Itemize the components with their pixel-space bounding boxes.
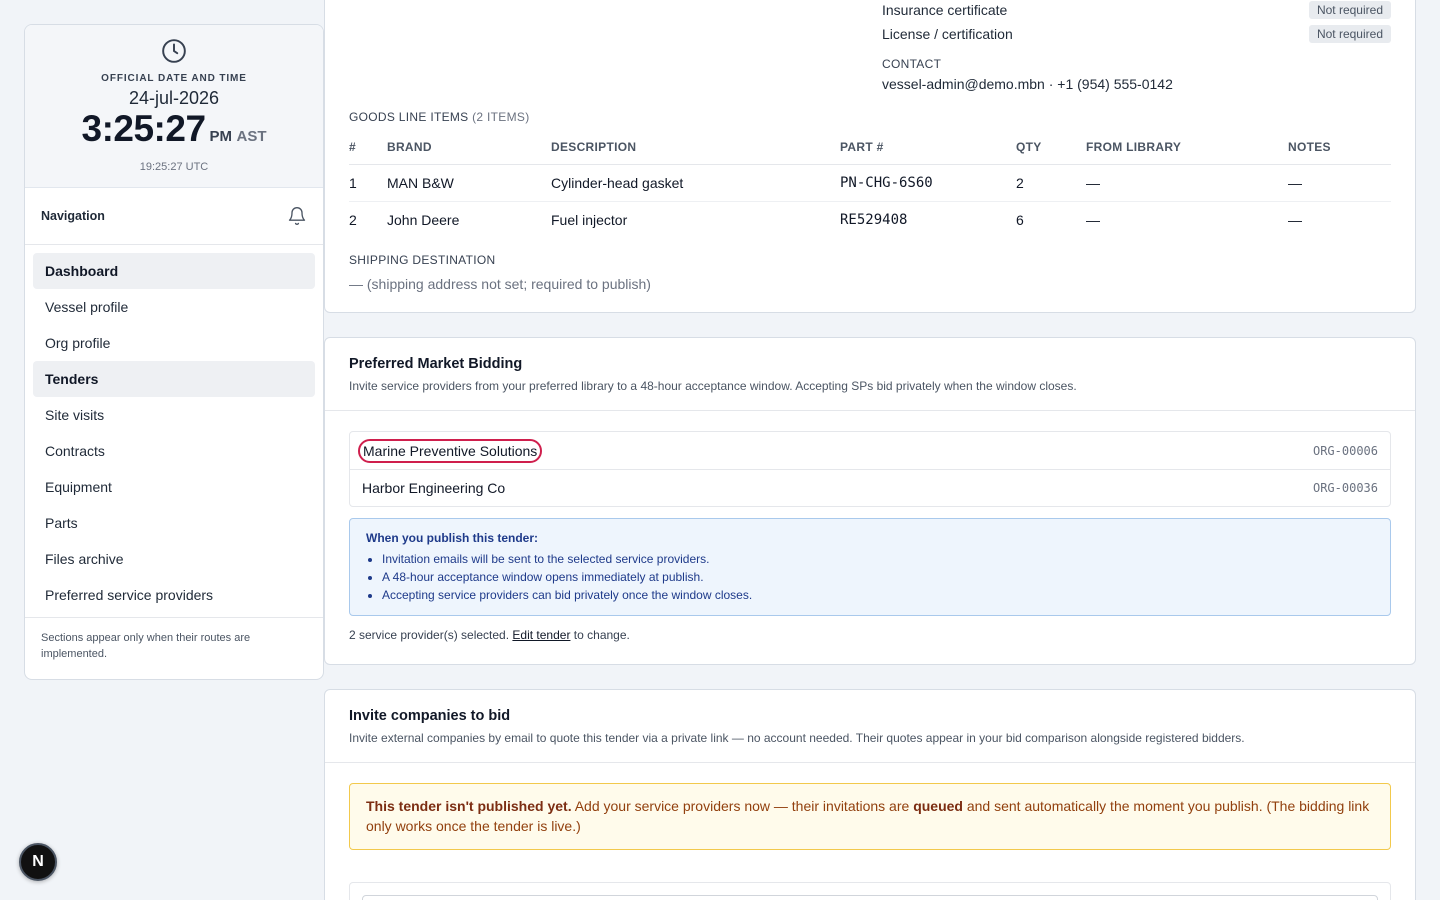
cell-brand: MAN B&W <box>387 164 551 202</box>
cell-qty: 6 <box>1016 211 1024 228</box>
company-name-input[interactable] <box>362 895 1378 900</box>
panel-title: Preferred Market Bidding <box>349 356 523 372</box>
provider-name[interactable]: Marine Preventive Solutions <box>357 438 543 463</box>
table-header-row: # BRAND DESCRIPTION PART # QTY FROM LIBR… <box>349 130 1391 165</box>
sidebar-item-equipment[interactable]: Equipment <box>33 469 315 505</box>
clock-timezone: AST <box>236 128 267 145</box>
provider-id: ORG-00006 <box>1312 443 1378 458</box>
sidebar: OFFICIAL DATE AND TIME 24-jul-2026 3:25:… <box>24 24 324 680</box>
cell-part: RE529408 <box>840 211 908 228</box>
cell-library: — <box>1086 211 1100 228</box>
clock-time: 3:25:27 PM AST <box>25 109 323 157</box>
clock-time-value: 3:25:27 <box>81 108 207 149</box>
sidebar-item-preferred-service-providers[interactable]: Preferred service providers <box>33 577 315 613</box>
panel-header: Preferred Market Bidding Invite service … <box>325 338 1415 411</box>
document-label: License / certification <box>882 26 1013 42</box>
document-row: Insurance certificate Not required <box>882 0 1391 22</box>
cell-description: Cylinder-head gasket <box>551 164 840 202</box>
info-item: Accepting service providers can bid priv… <box>382 586 1374 604</box>
sidebar-item-site-visits[interactable]: Site visits <box>33 397 315 433</box>
nav-title: Navigation <box>41 209 105 223</box>
table-row: 1 MAN B&W Cylinder-head gasket PN-CHG-6S… <box>349 164 1391 202</box>
selection-suffix: to change. <box>573 628 630 642</box>
column-header: NOTES <box>1288 130 1391 165</box>
panel-subtitle: Invite external companies by email to qu… <box>349 731 1245 745</box>
info-item: Invitation emails will be sent to the se… <box>382 550 1374 568</box>
document-row: License / certification Not required <box>882 22 1391 46</box>
cell-description: Fuel injector <box>551 211 628 228</box>
sidebar-item-parts[interactable]: Parts <box>33 505 315 541</box>
status-badge: Not required <box>1308 1 1391 19</box>
sidebar-item-contracts[interactable]: Contracts <box>33 433 315 469</box>
warning-bold: This tender isn't published yet. <box>366 798 572 814</box>
shipping-value: — (shipping address not set; required to… <box>349 276 651 292</box>
table-row: 2 John Deere Fuel injector RE529408 6 — … <box>349 201 1391 238</box>
sidebar-item-tenders[interactable]: Tenders <box>33 361 315 397</box>
official-clock: OFFICIAL DATE AND TIME 24-jul-2026 3:25:… <box>25 25 323 188</box>
clock-utc: 19:25:27 UTC <box>139 161 209 173</box>
goods-line-items-title: GOODS LINE ITEMS (2 ITEMS) <box>349 110 530 124</box>
list-item[interactable]: Marine Preventive Solutions ORG-00006 <box>350 432 1390 469</box>
list-item[interactable]: Harbor Engineering Co ORG-00036 <box>350 469 1390 506</box>
selection-prefix: 2 service provider(s) selected. <box>349 628 510 642</box>
column-header: PART # <box>840 130 1016 165</box>
clock-icon <box>162 39 186 63</box>
shipping-label: SHIPPING DESTINATION <box>349 253 496 267</box>
unpublished-warning: This tender isn't published yet. Add you… <box>349 783 1391 850</box>
cell-num: 1 <box>349 164 387 202</box>
column-header: # <box>349 130 387 165</box>
cell-notes: — <box>1288 211 1302 228</box>
cell-part: PN-CHG-6S60 <box>840 164 1016 202</box>
contact-label: CONTACT <box>882 57 942 71</box>
invite-form <box>349 882 1391 900</box>
cell-num: 2 <box>349 211 357 228</box>
preferred-market-bidding-panel: Preferred Market Bidding Invite service … <box>324 337 1416 665</box>
cell-notes: — <box>1288 164 1391 202</box>
goods-count: (2 ITEMS) <box>472 110 530 124</box>
panel-subtitle: Invite service providers from your prefe… <box>349 379 1077 393</box>
column-header: BRAND <box>387 130 551 165</box>
publish-info-box: When you publish this tender: Invitation… <box>349 518 1391 616</box>
warning-text: Add your service providers now — their i… <box>574 798 910 814</box>
sidebar-item-dashboard[interactable]: Dashboard <box>33 253 315 289</box>
sidebar-item-vessel-profile[interactable]: Vessel profile <box>33 289 315 325</box>
column-header: QTY <box>1016 130 1086 165</box>
warning-queued: queued <box>913 798 963 814</box>
column-header: FROM LIBRARY <box>1086 130 1288 165</box>
column-header: DESCRIPTION <box>551 130 840 165</box>
tender-details-panel: Insurance certificate Not required Licen… <box>324 0 1416 313</box>
bell-icon[interactable] <box>287 206 307 226</box>
goods-title-text: GOODS LINE ITEMS <box>349 110 469 124</box>
edit-tender-link[interactable]: Edit tender <box>512 628 570 642</box>
sidebar-item-files-archive[interactable]: Files archive <box>33 541 315 577</box>
cell-brand: John Deere <box>387 211 460 228</box>
badge-letter: N <box>32 853 44 870</box>
sidebar-item-org-profile[interactable]: Org profile <box>33 325 315 361</box>
status-badge: Not required <box>1308 25 1391 43</box>
goods-table: # BRAND DESCRIPTION PART # QTY FROM LIBR… <box>349 130 1391 238</box>
document-label: Insurance certificate <box>882 2 1008 18</box>
cell-library: — <box>1086 164 1288 202</box>
cell-qty: 2 <box>1016 164 1086 202</box>
panel-title: Invite companies to bid <box>349 708 511 724</box>
panel-header: Invite companies to bid Invite external … <box>325 690 1415 763</box>
info-list: Invitation emails will be sent to the se… <box>366 550 1374 604</box>
clock-label: OFFICIAL DATE AND TIME <box>101 73 247 84</box>
provider-id: ORG-00036 <box>1312 481 1378 495</box>
contact-value: vessel-admin@demo.mbn · +1 (954) 555-014… <box>882 76 1173 92</box>
clock-ampm: PM <box>209 128 233 145</box>
provider-name[interactable]: Harbor Engineering Co <box>362 480 505 496</box>
nav-footnote: Sections appear only when their routes a… <box>41 632 251 660</box>
info-title: When you publish this tender: <box>366 531 538 545</box>
service-provider-list: Marine Preventive Solutions ORG-00006 Ha… <box>349 431 1391 507</box>
info-item: A 48-hour acceptance window opens immedi… <box>382 568 1374 586</box>
clock-date: 24-jul-2026 <box>128 88 220 108</box>
selection-summary: 2 service provider(s) selected. Edit ten… <box>349 628 630 642</box>
invite-companies-panel: Invite companies to bid Invite external … <box>324 689 1416 900</box>
next-dev-badge[interactable]: N <box>19 843 57 881</box>
nav-header: Navigation <box>25 188 323 245</box>
documents-section: Insurance certificate Not required Licen… <box>882 0 1391 92</box>
nav-list: Dashboard Vessel profile Org profile Ten… <box>25 245 323 618</box>
